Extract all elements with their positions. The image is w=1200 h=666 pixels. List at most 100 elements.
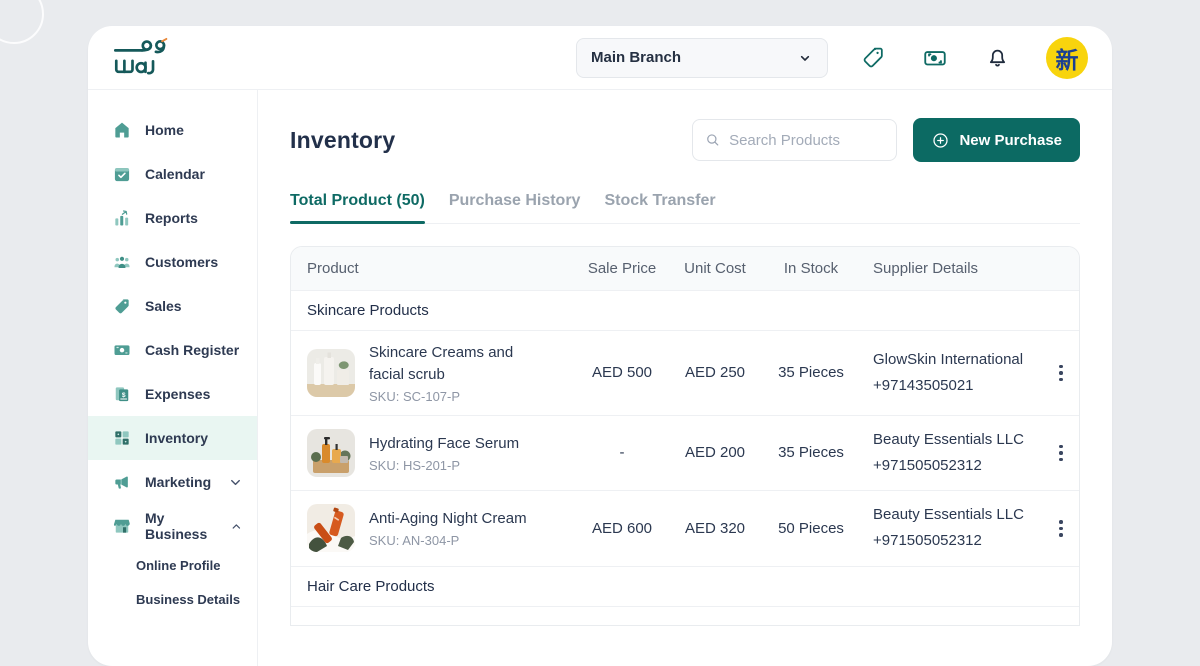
table-row: Skincare Creams and facial scrub SKU: SC…: [291, 331, 1079, 416]
background-decoration-circle: [0, 0, 44, 44]
search-box: [692, 119, 897, 161]
cash-register-icon: [112, 340, 132, 360]
sidebar-item-label: Home: [145, 122, 184, 138]
sidebar-item-customers[interactable]: Customers: [88, 240, 257, 284]
unit-cost: AED 250: [667, 364, 763, 381]
col-unit-cost: Unit Cost: [667, 260, 763, 277]
row-menu-kebab-icon[interactable]: [1043, 361, 1079, 386]
sidebar-item-cash-register[interactable]: Cash Register: [88, 328, 257, 372]
sidebar-item-label: Customers: [145, 254, 218, 270]
table-row-partial: [291, 607, 1079, 625]
main-content: Inventory New Purchase T: [258, 90, 1112, 666]
search-input[interactable]: [729, 132, 884, 149]
tabs: Total Product (50) Purchase History Stoc…: [290, 192, 1080, 224]
new-purchase-button[interactable]: New Purchase: [913, 118, 1080, 162]
tag-icon[interactable]: [860, 45, 886, 71]
supplier-name: Beauty Essentials LLC: [873, 502, 1043, 528]
sidebar-item-label: Expenses: [145, 386, 210, 402]
sidebar-item-my-business[interactable]: My Business: [88, 504, 257, 548]
col-in-stock: In Stock: [763, 260, 859, 277]
tab-stock-transfer[interactable]: Stock Transfer: [604, 192, 715, 223]
sidebar-item-expenses[interactable]: $ Expenses: [88, 372, 257, 416]
sidebar-item-label: Reports: [145, 210, 198, 226]
sidebar-item-home[interactable]: Home: [88, 108, 257, 152]
sale-price: AED 500: [577, 364, 667, 381]
sale-price: -: [577, 444, 667, 461]
product-name: Anti-Aging Night Cream: [369, 508, 527, 530]
inventory-table: Product Sale Price Unit Cost In Stock Su…: [290, 246, 1080, 626]
calendar-icon: [112, 164, 132, 184]
col-product: Product: [291, 260, 577, 277]
sidebar-item-reports[interactable]: Reports: [88, 196, 257, 240]
svg-text:$: $: [122, 392, 126, 399]
chevron-down-icon: [228, 475, 243, 490]
sidebar-item-label: Calendar: [145, 166, 205, 182]
sidebar-item-calendar[interactable]: Calendar: [88, 152, 257, 196]
sidebar-subitem-online-profile[interactable]: Online Profile: [88, 548, 257, 582]
customers-icon: [112, 252, 132, 272]
sales-icon: [112, 296, 132, 316]
product-image: [307, 504, 355, 552]
inventory-icon: [112, 428, 132, 448]
table-header: Product Sale Price Unit Cost In Stock Su…: [291, 247, 1079, 291]
sidebar-item-sales[interactable]: Sales: [88, 284, 257, 328]
avatar[interactable]: 新: [1046, 37, 1088, 79]
product-sku: SKU: SC-107-P: [369, 389, 549, 404]
product-sku: SKU: HS-201-P: [369, 458, 519, 473]
sale-price: AED 600: [577, 520, 667, 537]
supplier-name: GlowSkin International: [873, 347, 1043, 373]
search-icon: [705, 131, 721, 149]
branch-selector-value: Main Branch: [591, 49, 681, 66]
supplier-phone: +971505052312: [873, 453, 1043, 479]
col-supplier-details: Supplier Details: [859, 260, 1043, 277]
sidebar-item-label: My Business: [145, 510, 217, 542]
sidebar-item-marketing[interactable]: Marketing: [88, 460, 257, 504]
product-image: [307, 349, 355, 397]
unit-cost: AED 200: [667, 444, 763, 461]
unit-cost: AED 320: [667, 520, 763, 537]
marketing-icon: [112, 472, 132, 492]
plus-circle-icon: [931, 131, 950, 150]
app-window: Main Branch: [88, 26, 1112, 666]
new-purchase-label: New Purchase: [959, 132, 1062, 149]
cash-icon[interactable]: [922, 45, 948, 71]
tab-purchase-history[interactable]: Purchase History: [449, 192, 581, 223]
home-icon: [112, 120, 132, 140]
page-title: Inventory: [290, 127, 395, 154]
topbar: Main Branch: [88, 26, 1112, 90]
topbar-icons: 新: [860, 37, 1088, 79]
tab-total-product[interactable]: Total Product (50): [290, 192, 425, 223]
supplier-phone: +97143505021: [873, 373, 1043, 399]
waj-logo: [112, 37, 174, 79]
row-menu-kebab-icon[interactable]: [1043, 516, 1079, 541]
product-sku: SKU: AN-304-P: [369, 533, 527, 548]
bell-icon[interactable]: [984, 45, 1010, 71]
sidebar-subitem-business-details[interactable]: Business Details: [88, 582, 257, 616]
expenses-icon: $: [112, 384, 132, 404]
chevron-up-icon: [230, 519, 243, 534]
table-row: Hydrating Face Serum SKU: HS-201-P - AED…: [291, 416, 1079, 492]
in-stock: 50 Pieces: [763, 520, 859, 537]
sidebar-subitem-label: Online Profile: [136, 558, 221, 573]
category-row-hair-care: Hair Care Products: [291, 567, 1079, 607]
row-menu-kebab-icon[interactable]: [1043, 441, 1079, 466]
sidebar-subitem-label: Business Details: [136, 592, 240, 607]
supplier-name: Beauty Essentials LLC: [873, 427, 1043, 453]
reports-icon: [112, 208, 132, 228]
chevron-down-icon: [797, 50, 813, 66]
my-business-icon: [112, 516, 132, 536]
product-name: Hydrating Face Serum: [369, 433, 519, 455]
sidebar-item-label: Cash Register: [145, 342, 239, 358]
in-stock: 35 Pieces: [763, 444, 859, 461]
sidebar-item-label: Inventory: [145, 430, 208, 446]
sidebar-item-inventory[interactable]: Inventory: [88, 416, 257, 460]
supplier-phone: +971505052312: [873, 528, 1043, 554]
sidebar-item-label: Sales: [145, 298, 182, 314]
product-image: [307, 429, 355, 477]
in-stock: 35 Pieces: [763, 364, 859, 381]
product-name: Skincare Creams and facial scrub: [369, 342, 549, 386]
category-row-skincare: Skincare Products: [291, 291, 1079, 331]
sidebar-item-label: Marketing: [145, 474, 211, 490]
col-sale-price: Sale Price: [577, 260, 667, 277]
branch-selector[interactable]: Main Branch: [576, 38, 828, 78]
